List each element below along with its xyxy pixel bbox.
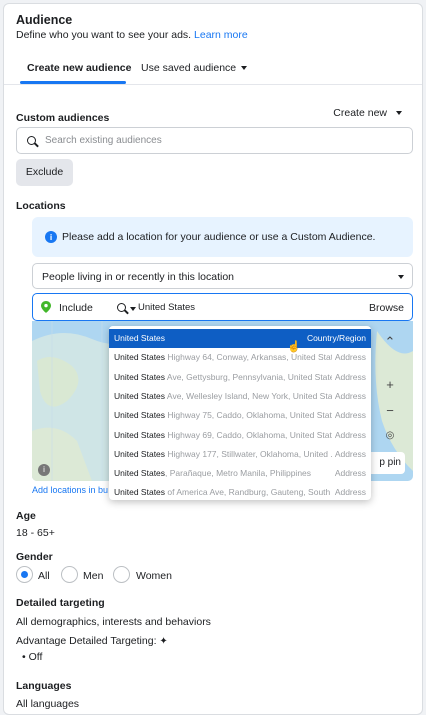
tab-label: Use saved audience (141, 62, 237, 74)
subtitle-text: Define who you want to see your ads. (16, 29, 192, 41)
add-locations-in-bulk-link[interactable]: Add locations in bulk (32, 485, 108, 495)
exclude-button[interactable]: Exclude (16, 159, 73, 186)
suggestion-name: United States (114, 487, 166, 498)
suggestion-row[interactable]: United States of America Ave, Randburg, … (109, 483, 371, 500)
suggestion-name: United States (114, 371, 166, 382)
search-icon (117, 303, 126, 312)
zoom-out-button[interactable]: − (379, 400, 401, 422)
info-message: Please add a location for your audience … (62, 231, 376, 243)
custom-audience-search-input[interactable]: Search existing audiences (16, 127, 413, 154)
location-search-bar[interactable]: Include United States Browse (32, 293, 413, 321)
suggestion-detail: Ave, Gettysburg, Pennsylvania, United St… (165, 371, 339, 382)
search-icon (27, 136, 36, 145)
suggestion-name: United States (114, 448, 166, 459)
suggestion-name: United States (114, 333, 166, 343)
tab-use-saved-audience[interactable]: Use saved audience (141, 62, 248, 74)
languages-value[interactable]: All languages (16, 698, 79, 710)
chevron-down-icon (241, 66, 248, 71)
location-search-input[interactable]: United States (138, 302, 195, 313)
suggestion-type: Address (331, 464, 366, 484)
suggestion-type: Address (331, 444, 366, 464)
collapse-icon[interactable]: ⌃ (379, 331, 401, 353)
gender-all-radio[interactable] (16, 566, 33, 583)
gender-all-label: All (38, 570, 50, 582)
suggestion-type: Address (331, 483, 366, 500)
map-info-icon[interactable]: i (38, 464, 50, 476)
suggestion-detail: Highway 69, Caddo, Oklahoma, United Stat… (165, 429, 339, 440)
suggestion-row[interactable]: United States Highway 64, Conway, Arkans… (109, 348, 371, 368)
suggestion-row[interactable]: United States Highway 69, Caddo, Oklahom… (109, 425, 371, 445)
suggestion-row[interactable]: United States, Parañaque, Metro Manila, … (109, 464, 371, 484)
locations-label: Locations (16, 200, 66, 212)
info-icon: i (45, 231, 57, 243)
gender-women-radio[interactable] (113, 566, 130, 583)
chevron-down-icon (130, 307, 136, 311)
languages-label: Languages (16, 680, 72, 692)
location-info-banner: i Please add a location for your audienc… (32, 217, 413, 257)
include-dropdown[interactable]: Include (59, 302, 93, 314)
advantage-targeting-row: Advantage Detailed Targeting: ✦ (16, 635, 168, 647)
age-value[interactable]: 18 - 65+ (16, 527, 55, 539)
browse-button[interactable]: Browse (369, 302, 404, 314)
age-label: Age (16, 510, 36, 522)
suggestion-detail: , Parañaque, Metro Manila, Philippines (165, 468, 312, 479)
detailed-targeting-value[interactable]: All demographics, interests and behavior… (16, 616, 211, 628)
location-type-select[interactable]: People living in or recently in this loc… (32, 263, 413, 289)
advantage-targeting-label: Advantage Detailed Targeting: (16, 635, 157, 647)
gender-women-label: Women (136, 570, 172, 582)
suggestion-detail: Highway 64, Conway, Arkansas, United Sta… (165, 352, 341, 363)
advantage-targeting-value: • Off (22, 651, 43, 663)
suggestion-row[interactable]: United States Highway 75, Caddo, Oklahom… (109, 406, 371, 426)
tab-create-new-audience[interactable]: Create new audience (27, 62, 131, 74)
section-title: Audience (16, 13, 73, 27)
gender-men-radio[interactable] (61, 566, 78, 583)
gender-label: Gender (16, 551, 53, 563)
suggestion-row[interactable]: United States Country/Region ☝ (109, 329, 371, 353)
suggestion-name: United States (114, 468, 166, 479)
section-subtitle: Define who you want to see your ads. Lea… (16, 29, 248, 41)
suggestion-row[interactable]: United States Ave, Gettysburg, Pennsylva… (109, 367, 371, 387)
suggestion-detail: of America Ave, Randburg, Gauteng, South… (165, 487, 340, 498)
audience-panel: Audience Define who you want to see your… (3, 3, 423, 715)
suggestion-type: Address (331, 367, 366, 387)
suggestion-detail: Highway 75, Caddo, Oklahoma, United Stat… (165, 410, 339, 421)
chevron-down-icon (396, 111, 402, 116)
gender-men-label: Men (83, 570, 104, 582)
chevron-down-icon (398, 275, 404, 279)
suggestion-type: Address (331, 406, 366, 426)
suggestion-type: Country/Region (303, 329, 366, 348)
create-new-button[interactable]: Create new (333, 107, 402, 119)
sparkle-icon: ✦ (159, 636, 168, 647)
create-new-label: Create new (333, 107, 387, 119)
suggestion-row[interactable]: United States Ave, Wellesley Island, New… (109, 386, 371, 406)
custom-audiences-label: Custom audiences (16, 112, 110, 124)
search-placeholder: Search existing audiences (45, 135, 162, 146)
detailed-targeting-label: Detailed targeting (16, 597, 105, 609)
suggestion-detail: Highway 177, Stillwater, Oklahoma, Unite… (165, 448, 338, 459)
suggestion-name: United States (114, 390, 166, 401)
suggestion-type: Address (331, 386, 366, 406)
learn-more-link[interactable]: Learn more (194, 29, 248, 41)
suggestion-name: United States (114, 352, 166, 363)
location-pin-icon (41, 301, 51, 313)
tab-divider (4, 84, 422, 85)
suggestion-type: Address (331, 348, 366, 368)
suggestion-type: Address (331, 425, 366, 445)
suggestion-name: United States (114, 410, 166, 421)
locate-icon[interactable]: ◎ (379, 425, 401, 447)
suggestion-detail: Ave, Wellesley Island, New York, United … (165, 390, 340, 401)
location-suggestions-dropdown: United States Country/Region ☝ United St… (109, 326, 371, 500)
zoom-in-button[interactable]: + (379, 374, 401, 396)
suggestion-row[interactable]: United States Highway 177, Stillwater, O… (109, 444, 371, 464)
suggestion-name: United States (114, 429, 166, 440)
location-type-value: People living in or recently in this loc… (42, 271, 235, 283)
